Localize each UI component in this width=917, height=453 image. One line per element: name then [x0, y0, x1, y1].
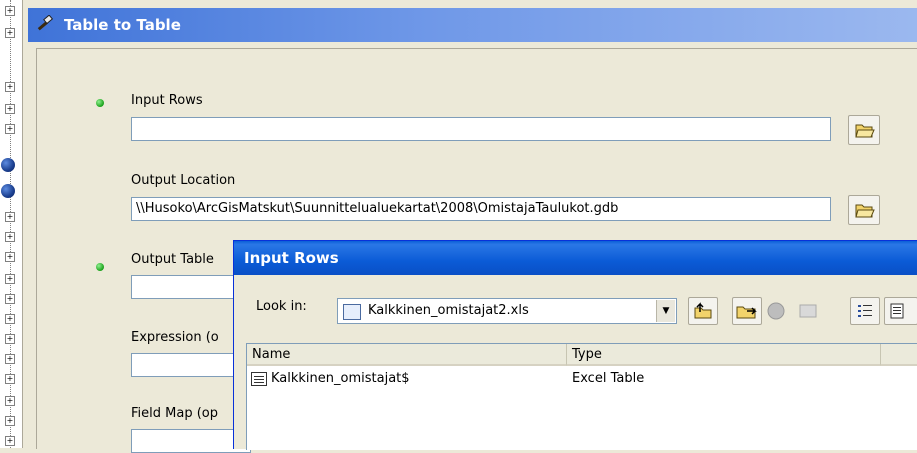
expand-icon[interactable]: +: [5, 374, 15, 384]
new-item-icon: [799, 304, 817, 318]
item-type: Excel Table: [572, 371, 645, 386]
expand-icon[interactable]: +: [5, 82, 15, 92]
column-header-extra[interactable]: [881, 344, 917, 366]
expand-icon[interactable]: +: [5, 314, 15, 324]
table-icon: [251, 372, 267, 386]
column-header-name[interactable]: Name: [247, 344, 567, 366]
browse-input-rows-button[interactable]: [848, 115, 880, 145]
input-rows-field[interactable]: [131, 117, 831, 141]
expand-icon[interactable]: +: [5, 28, 15, 38]
details-view-button[interactable]: [884, 297, 917, 325]
details-view-icon: [890, 303, 904, 319]
field-map-label: Field Map (op: [131, 406, 218, 421]
globe-icon: [767, 302, 785, 320]
connect-folder-icon: [736, 306, 757, 319]
expand-icon[interactable]: +: [5, 354, 15, 364]
workbook-icon: [343, 304, 361, 320]
tool-title: Table to Table: [64, 16, 181, 34]
list-view-button[interactable]: [850, 297, 880, 325]
browse-output-location-button[interactable]: [848, 195, 880, 225]
expand-icon[interactable]: +: [5, 294, 15, 304]
dialog-title-bar[interactable]: Input Rows: [234, 241, 917, 275]
new-item-button[interactable]: [794, 297, 824, 325]
required-dot-icon: [96, 263, 104, 271]
look-in-combo[interactable]: Kalkkinen_omistajat2.xls ▼: [337, 298, 677, 324]
required-dot-icon: [96, 99, 104, 107]
folder-open-icon: [855, 124, 875, 138]
globe-icon[interactable]: [1, 184, 15, 198]
dialog-title: Input Rows: [244, 249, 339, 267]
connect-folder-button[interactable]: [732, 297, 762, 325]
look-in-label: Look in:: [256, 299, 307, 314]
output-location-label: Output Location: [131, 173, 236, 188]
expand-icon[interactable]: +: [5, 252, 15, 262]
expand-icon[interactable]: +: [5, 416, 15, 426]
expand-icon[interactable]: +: [5, 6, 15, 16]
expand-icon[interactable]: +: [5, 124, 15, 134]
expression-label: Expression (o: [131, 330, 219, 345]
expand-icon[interactable]: +: [5, 396, 15, 406]
tool-title-bar: Table to Table: [28, 8, 917, 42]
up-folder-button[interactable]: [688, 297, 718, 325]
file-list[interactable]: Name Type Kalkkinen_omistajat$ Excel Tab…: [246, 343, 917, 450]
expand-icon[interactable]: +: [5, 274, 15, 284]
column-header-type[interactable]: Type: [567, 344, 881, 366]
input-rows-label: Input Rows: [131, 93, 203, 108]
item-name: Kalkkinen_omistajat$: [271, 371, 410, 386]
list-item[interactable]: Kalkkinen_omistajat$ Excel Table: [247, 370, 917, 390]
list-view-icon: [858, 305, 872, 317]
input-rows-dialog: Input Rows Look in: Kalkkinen_omistajat2…: [233, 240, 917, 450]
catalog-tree-strip: + + + + + + + + + + + + + + + + +: [0, 0, 23, 448]
expand-icon[interactable]: +: [5, 334, 15, 344]
disconnect-button[interactable]: [762, 297, 792, 325]
expand-icon[interactable]: +: [5, 436, 15, 446]
hammer-icon: [36, 14, 54, 33]
folder-open-icon: [855, 204, 875, 218]
globe-icon[interactable]: [1, 158, 15, 172]
expand-icon[interactable]: +: [5, 212, 15, 222]
expand-icon[interactable]: +: [5, 104, 15, 114]
output-table-label: Output Table: [131, 252, 214, 267]
output-location-field[interactable]: \\Husoko\ArcGisMatskut\Suunnittelualueka…: [131, 197, 831, 221]
chevron-down-icon[interactable]: ▼: [656, 300, 675, 322]
look-in-value: Kalkkinen_omistajat2.xls: [368, 303, 529, 318]
expand-icon[interactable]: +: [5, 232, 15, 242]
up-folder-icon: [694, 302, 712, 319]
